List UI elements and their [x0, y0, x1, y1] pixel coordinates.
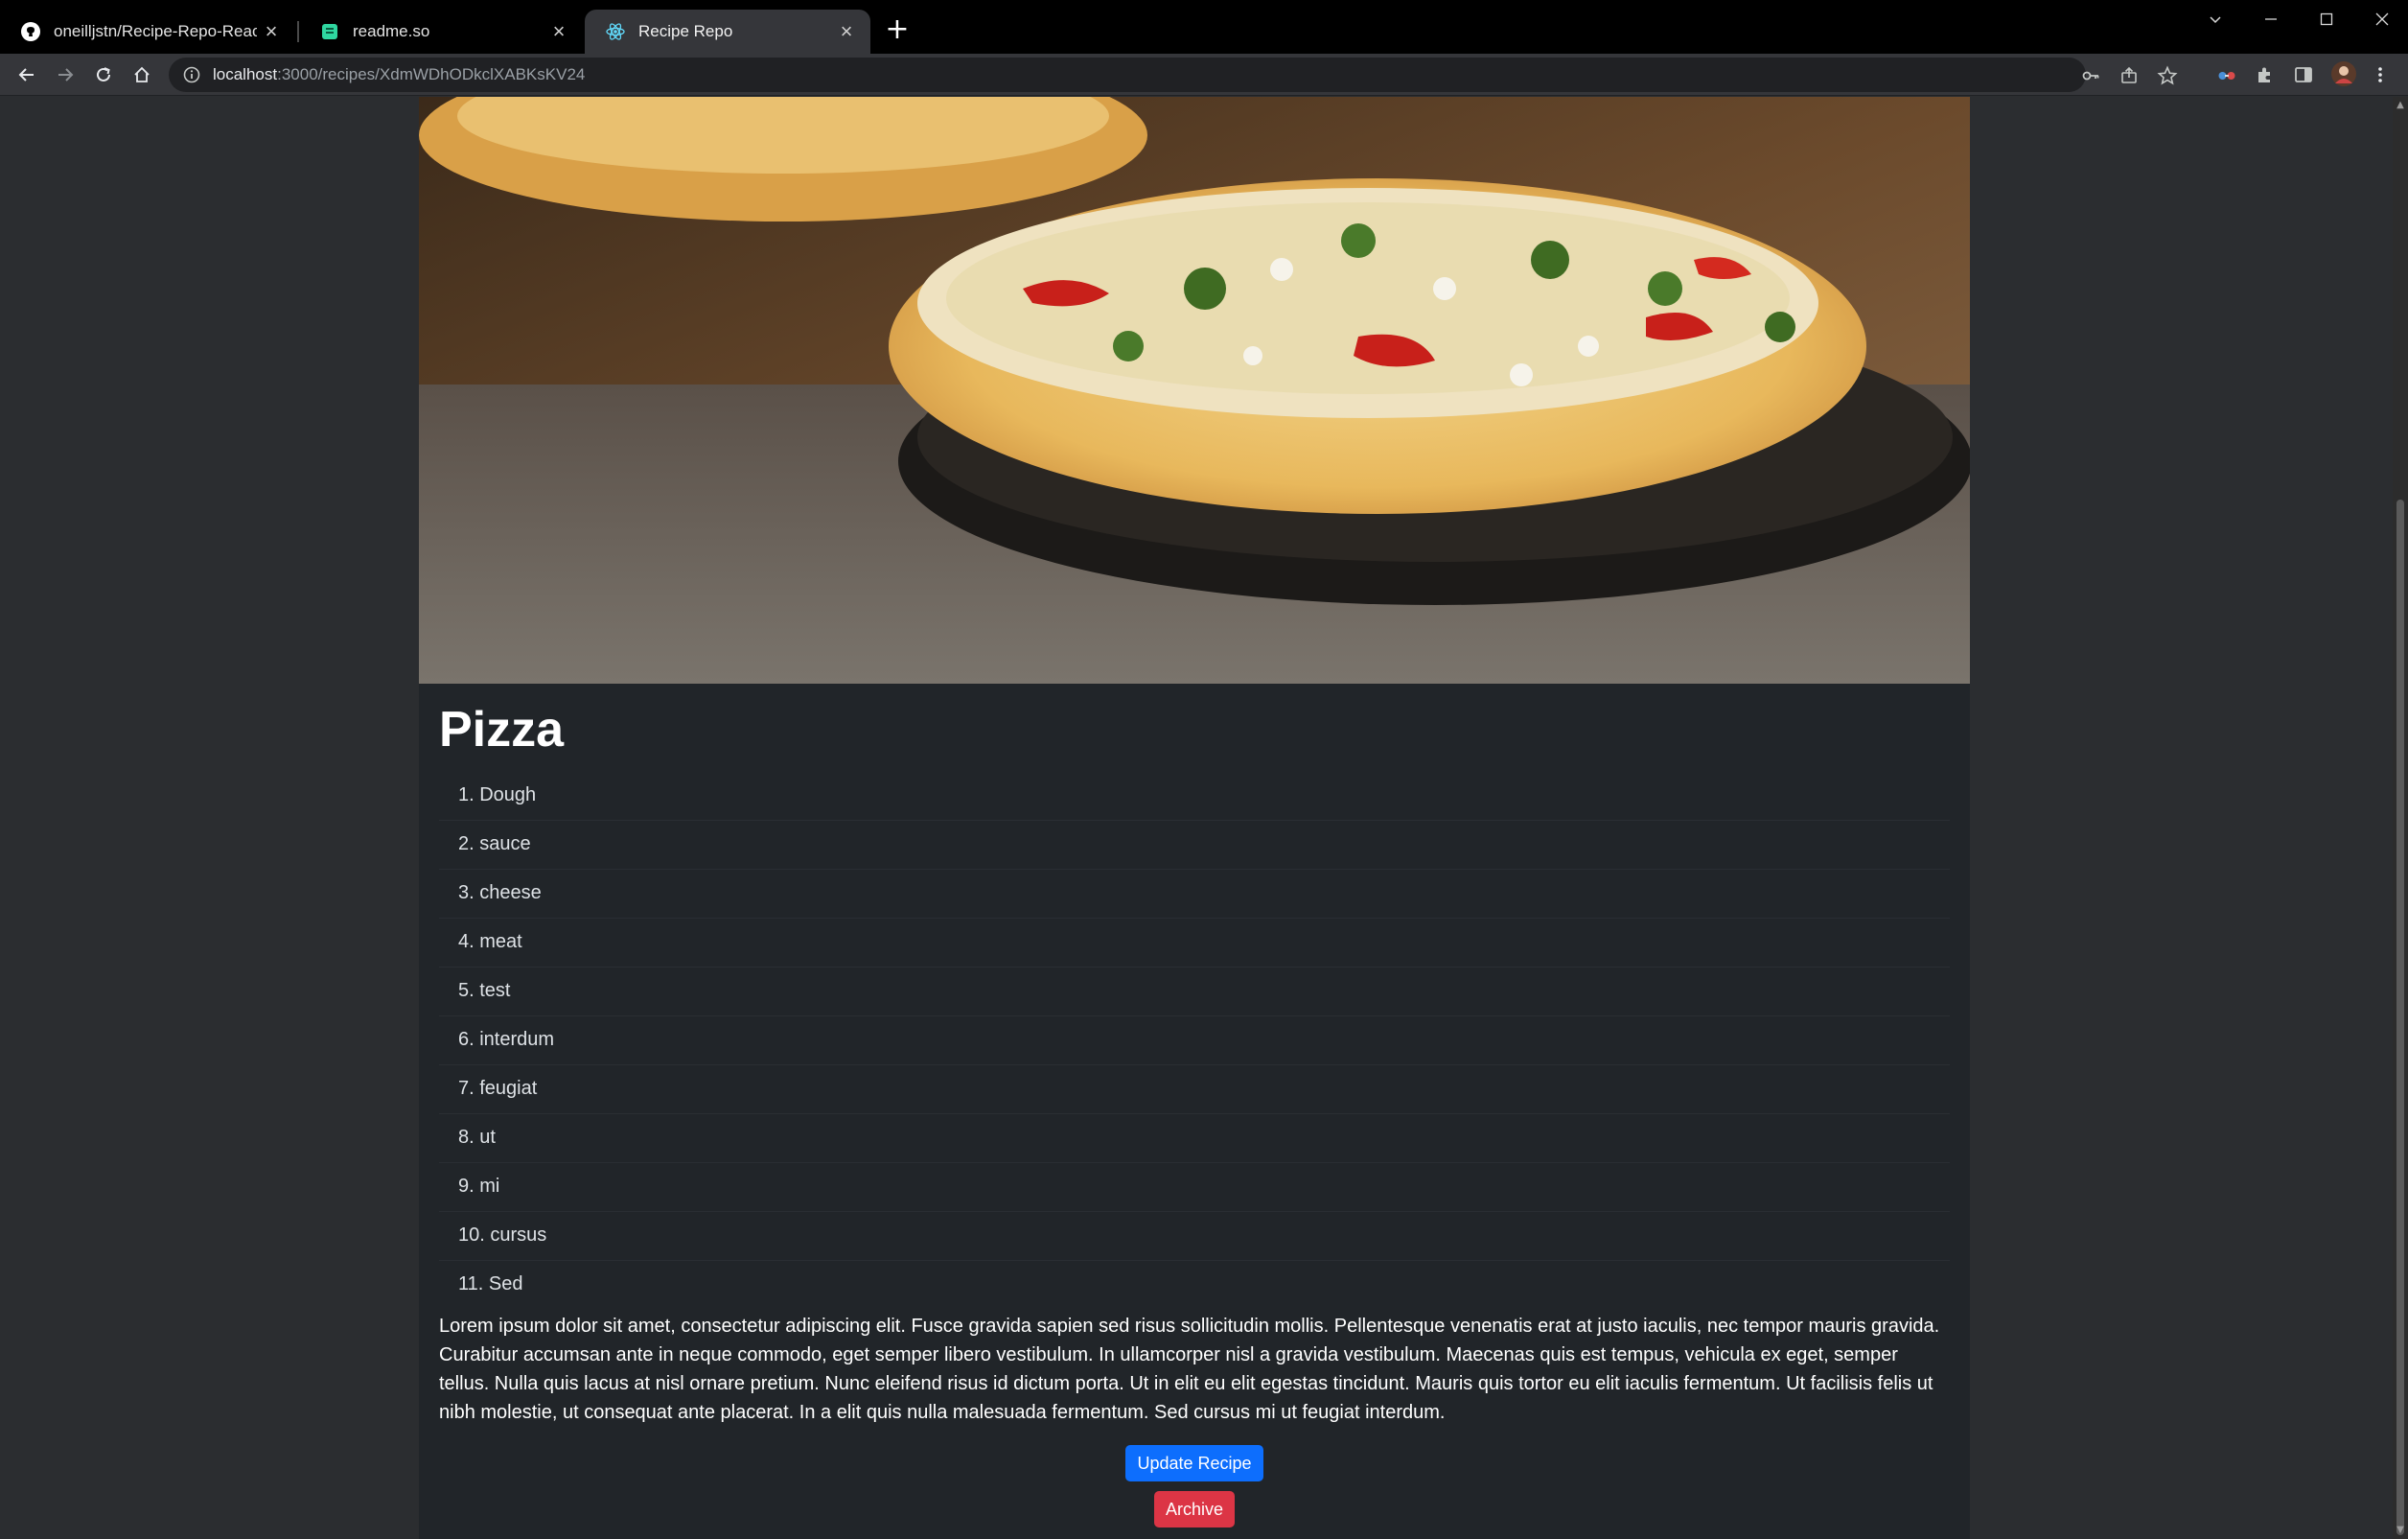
recipe-description: Lorem ipsum dolor sit amet, consectetur …	[439, 1316, 1940, 1423]
update-recipe-button[interactable]: Update Recipe	[1125, 1445, 1263, 1481]
address-bar[interactable]: localhost:3000/recipes/XdmWDhODkclXABKsK…	[169, 58, 2178, 92]
close-tab-icon[interactable]: ×	[544, 17, 573, 46]
page-viewport: Pizza 1. Dough 2. sauce 3. cheese 4. mea…	[0, 97, 2393, 1539]
ingredient-item: 1. Dough	[439, 772, 1950, 821]
site-info-icon[interactable]	[182, 65, 201, 84]
new-tab-button[interactable]: +	[883, 15, 912, 45]
ingredient-item: 4. meat	[439, 919, 1950, 968]
browser-menu-icon[interactable]	[2370, 64, 2391, 85]
ingredient-item: 11. Sed	[458, 1273, 523, 1294]
scroll-up-icon[interactable]: ▲	[2396, 101, 2405, 110]
url-text: localhost:3000/recipes/XdmWDhODkclXABKsK…	[213, 65, 585, 84]
scroll-thumb[interactable]	[2396, 500, 2404, 1535]
react-icon	[606, 22, 625, 41]
close-tab-icon[interactable]: ×	[832, 17, 861, 46]
forward-icon[interactable]	[48, 58, 82, 92]
recipe-body: Pizza 1. Dough 2. sauce 3. cheese 4. mea…	[439, 693, 1950, 1427]
avatar[interactable]	[2331, 61, 2356, 86]
tab-title: oneilljstn/Recipe-Repo-React	[54, 22, 257, 40]
browser-toolbar: localhost:3000/recipes/XdmWDhODkclXABKsK…	[0, 54, 2408, 96]
url-host: localhost	[213, 65, 278, 83]
reload-icon[interactable]	[86, 58, 121, 92]
ingredient-item: 3. cheese	[439, 870, 1950, 919]
tab-title: Recipe Repo	[638, 22, 733, 40]
tab-title: readme.so	[353, 22, 430, 40]
minimize-icon[interactable]	[2243, 0, 2299, 38]
archive-button[interactable]: Archive	[1153, 1491, 1236, 1527]
recipe-actions: Update Recipe Archive	[419, 1445, 1970, 1527]
ingredient-item: 6. interdum	[439, 1016, 1950, 1065]
share-icon[interactable]	[2119, 65, 2140, 86]
extensions-puzzle-icon[interactable]	[2255, 64, 2276, 85]
tab-github[interactable]: oneilljstn/Recipe-Repo-React ×	[0, 10, 295, 54]
home-icon[interactable]	[125, 58, 159, 92]
tab-recipe-repo[interactable]: Recipe Repo ×	[585, 10, 870, 54]
recipe-title: Pizza	[439, 702, 565, 758]
url-path: :3000/recipes/XdmWDhODkclXABKsKV24	[277, 65, 586, 83]
ingredient-item: 5. test	[439, 968, 1950, 1016]
ingredient-item: 10. cursus	[439, 1212, 1950, 1261]
tab-search-icon[interactable]	[2188, 0, 2243, 38]
password-key-icon[interactable]	[2080, 65, 2101, 86]
ingredient-item: 9. mi	[439, 1163, 1950, 1212]
recipe-image	[419, 97, 1970, 684]
readme-icon	[320, 22, 339, 41]
close-window-icon[interactable]	[2354, 0, 2408, 38]
extension-glasses-icon[interactable]	[2216, 64, 2237, 85]
ingredient-item: 2. sauce	[439, 821, 1950, 870]
github-icon	[21, 22, 40, 41]
close-tab-icon[interactable]: ×	[257, 17, 286, 46]
side-panel-icon[interactable]	[2293, 64, 2314, 85]
back-icon[interactable]	[10, 58, 44, 92]
maximize-icon[interactable]	[2299, 0, 2354, 38]
recipe-card: Pizza 1. Dough 2. sauce 3. cheese 4. mea…	[419, 97, 1970, 1539]
scroll-down-icon[interactable]: ▼	[2396, 1526, 2405, 1535]
tab-readme[interactable]: readme.so ×	[299, 10, 583, 54]
ingredient-list: 1. Dough 2. sauce 3. cheese 4. meat 5. t…	[439, 772, 1950, 1310]
ingredient-item: 8. ut	[439, 1114, 1950, 1163]
page-scrollbar[interactable]: ▲ ▼	[2393, 97, 2408, 1539]
tab-bar: oneilljstn/Recipe-Repo-React × readme.so…	[0, 0, 2408, 54]
bookmark-star-icon[interactable]	[2157, 65, 2178, 86]
ingredient-item: 7. feugiat	[439, 1065, 1950, 1114]
